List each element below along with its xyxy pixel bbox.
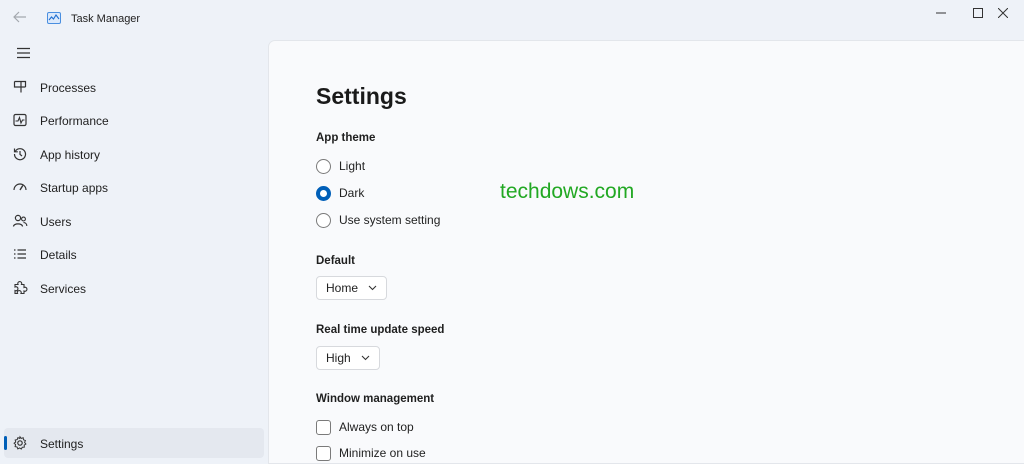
back-arrow-icon: [13, 11, 26, 23]
close-button[interactable]: [980, 0, 1024, 26]
sidebar-item-performance[interactable]: Performance: [4, 105, 264, 135]
default-page-dropdown[interactable]: Home: [316, 276, 388, 300]
minimize-on-use-option[interactable]: Minimize on use: [316, 443, 426, 463]
list-icon: [14, 249, 26, 259]
radio-dark[interactable]: [316, 185, 331, 201]
window-management-label: Window management: [316, 393, 435, 405]
radio-label: Dark: [339, 186, 365, 200]
page-title: Settings: [316, 83, 407, 109]
sidebar-item-label: Users: [40, 215, 72, 229]
sidebar-item-label: App history: [40, 148, 101, 162]
users-icon: [12, 214, 28, 227]
checkbox-label: Always on top: [339, 420, 414, 434]
performance-icon: [13, 113, 27, 127]
chevron-down-icon: [361, 355, 370, 361]
sidebar-item-label: Settings: [40, 437, 84, 451]
chevron-down-icon: [368, 285, 377, 291]
sidebar-item-label: Processes: [40, 81, 97, 95]
sidebar-item-settings[interactable]: Settings: [4, 428, 264, 458]
window-title: Task Manager: [71, 13, 141, 25]
default-page-label: Default: [316, 255, 355, 267]
history-icon: [13, 148, 27, 161]
radio-label: Light: [339, 159, 366, 173]
radio-label: Use system setting: [339, 213, 441, 227]
sidebar-item-details[interactable]: Details: [4, 239, 264, 269]
theme-option-dark[interactable]: Dark: [316, 183, 364, 203]
always-on-top-checkbox[interactable]: [316, 419, 331, 435]
update-speed-dropdown[interactable]: High: [316, 346, 380, 370]
back-button[interactable]: [10, 9, 30, 29]
always-on-top-option[interactable]: Always on top: [316, 417, 414, 437]
dropdown-value: Home: [326, 281, 359, 295]
minimize-icon: [936, 12, 946, 14]
sidebar-item-app-history[interactable]: App history: [4, 139, 264, 169]
selection-indicator: [4, 436, 7, 450]
minimize-on-use-checkbox[interactable]: [316, 445, 331, 461]
processes-icon: [13, 80, 27, 93]
update-speed-label: Real time update speed: [316, 324, 445, 336]
sidebar-item-users[interactable]: Users: [4, 206, 264, 236]
settings-panel: Settings App theme Light Dark Use system…: [268, 40, 1024, 464]
close-icon: [998, 8, 1008, 18]
sidebar-item-label: Details: [40, 248, 77, 262]
theme-option-system[interactable]: Use system setting: [316, 210, 440, 230]
radio-system[interactable]: [316, 212, 331, 228]
sidebar-item-startup-apps[interactable]: Startup apps: [4, 172, 264, 202]
speedometer-icon: [13, 183, 27, 191]
sidebar-item-services[interactable]: Services: [4, 273, 264, 303]
gear-icon: [13, 435, 27, 450]
dropdown-value: High: [326, 351, 351, 365]
hamburger-menu-icon[interactable]: [15, 46, 33, 60]
sidebar-item-label: Services: [40, 282, 87, 296]
puzzle-icon: [14, 281, 28, 295]
theme-option-light[interactable]: Light: [316, 156, 365, 176]
sidebar-item-label: Startup apps: [40, 181, 109, 195]
sidebar-item-processes[interactable]: Processes: [4, 72, 264, 102]
watermark-text: techdows.com: [500, 180, 635, 203]
sidebar-item-label: Performance: [40, 114, 109, 128]
task-manager-app-icon: [47, 12, 61, 24]
radio-light[interactable]: [316, 158, 331, 174]
app-theme-label: App theme: [316, 132, 376, 144]
title-bar: Task Manager: [0, 0, 1024, 40]
